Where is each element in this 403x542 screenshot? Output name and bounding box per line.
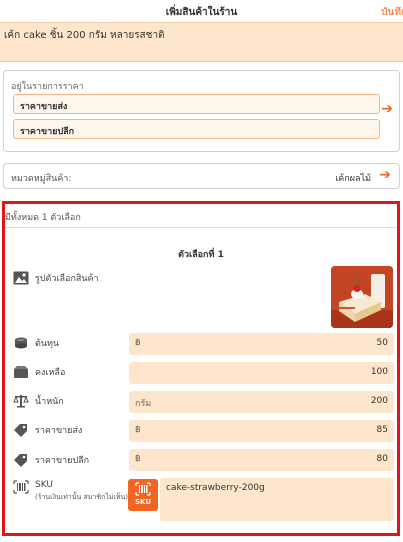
stock-row-label: คงเหลือ bbox=[13, 365, 65, 379]
wholesale-price-input[interactable]: ฿ 85 bbox=[129, 420, 394, 442]
price-list-item-retail[interactable]: ราคาขายปลีก bbox=[13, 119, 380, 139]
sku-input[interactable]: cake-strawberry-200g bbox=[160, 478, 394, 521]
scale-icon bbox=[13, 394, 29, 408]
category-label: หมวดหมู่สินค้า: bbox=[11, 174, 72, 184]
arrow-right-icon[interactable]: ➔ bbox=[379, 167, 391, 183]
price-list-item-wholesale[interactable]: ราคาขายส่ง bbox=[13, 94, 380, 114]
product-name-input[interactable]: เค้ก cake ชิ้น 200 กรัม หลายรสชาติ bbox=[0, 22, 403, 62]
tag-icon bbox=[13, 453, 29, 467]
currency-prefix: ฿ bbox=[135, 338, 141, 348]
retail-price-value: 80 bbox=[376, 454, 388, 464]
stock-input[interactable]: 100 bbox=[129, 362, 394, 384]
barcode-icon bbox=[13, 480, 29, 494]
retail-price-input[interactable]: ฿ 80 bbox=[129, 449, 394, 471]
option-image-row: รูปตัวเลือกสินค้า bbox=[13, 271, 99, 285]
stock-label: คงเหลือ bbox=[35, 368, 66, 378]
wholesale-row-label: ราคาขายส่ง bbox=[13, 423, 82, 437]
option-heading: ตัวเลือกที่ 1 bbox=[178, 250, 224, 260]
wholesale-label: ราคาขายส่ง bbox=[35, 426, 83, 436]
tag-icon bbox=[13, 423, 29, 437]
sku-label: SKU bbox=[35, 480, 53, 490]
top-bar: เพิ่มสินค้าในร้าน บันทึก bbox=[0, 0, 403, 22]
box-icon bbox=[13, 365, 29, 379]
save-button[interactable]: บันทึก bbox=[381, 5, 403, 20]
divider bbox=[5, 227, 397, 228]
currency-prefix: ฿ bbox=[135, 454, 141, 464]
weight-value: 200 bbox=[370, 396, 388, 406]
retail-row-label: ราคาขายปลีก bbox=[13, 453, 89, 467]
option-count: มีทั้งหมด 1 ตัวเลือก bbox=[5, 213, 81, 223]
cost-row-label: ต้นทุน bbox=[13, 336, 59, 350]
sku-row-label: SKU (ร้านเงินเท่านั้น สมาชิกไม่เห็น) bbox=[13, 480, 128, 503]
category-value: เค้กผลไม้ bbox=[335, 174, 371, 184]
wholesale-price-value: 85 bbox=[376, 425, 388, 435]
option-image-label: รูปตัวเลือกสินค้า bbox=[35, 274, 99, 284]
weight-input[interactable]: กรัม 200 bbox=[129, 391, 394, 413]
currency-prefix: ฿ bbox=[135, 425, 141, 435]
weight-unit: กรัม bbox=[135, 399, 152, 409]
coins-icon bbox=[13, 336, 29, 350]
retail-label: ราคาขายปลีก bbox=[35, 456, 90, 466]
stock-value: 100 bbox=[370, 367, 388, 377]
sku-sublabel: (ร้านเงินเท่านั้น สมาชิกไม่เห็น) bbox=[35, 493, 128, 501]
sku-badge-label: SKU bbox=[134, 498, 152, 506]
cost-label: ต้นทุน bbox=[35, 339, 60, 349]
weight-label: น้ำหนัก bbox=[35, 397, 64, 407]
price-list-label: อยู่ในรายการราคา bbox=[11, 82, 84, 92]
price-list-card[interactable]: อยู่ในรายการราคา ราคาขายส่ง ราคาขายปลีก … bbox=[3, 70, 400, 152]
cost-value: 50 bbox=[376, 338, 388, 348]
product-option-image[interactable] bbox=[331, 266, 393, 328]
product-option-section: มีทั้งหมด 1 ตัวเลือก ตัวเลือกที่ 1 รูปตั… bbox=[2, 201, 400, 536]
cost-input[interactable]: ฿ 50 bbox=[129, 333, 394, 355]
category-selector[interactable]: หมวดหมู่สินค้า: เค้กผลไม้ ➔ bbox=[3, 163, 400, 189]
scan-sku-button[interactable]: SKU bbox=[128, 479, 158, 511]
image-icon bbox=[13, 271, 29, 285]
arrow-right-icon[interactable]: ➔ bbox=[381, 101, 393, 117]
page-title: เพิ่มสินค้าในร้าน bbox=[165, 7, 238, 18]
weight-row-label: น้ำหนัก bbox=[13, 394, 64, 408]
